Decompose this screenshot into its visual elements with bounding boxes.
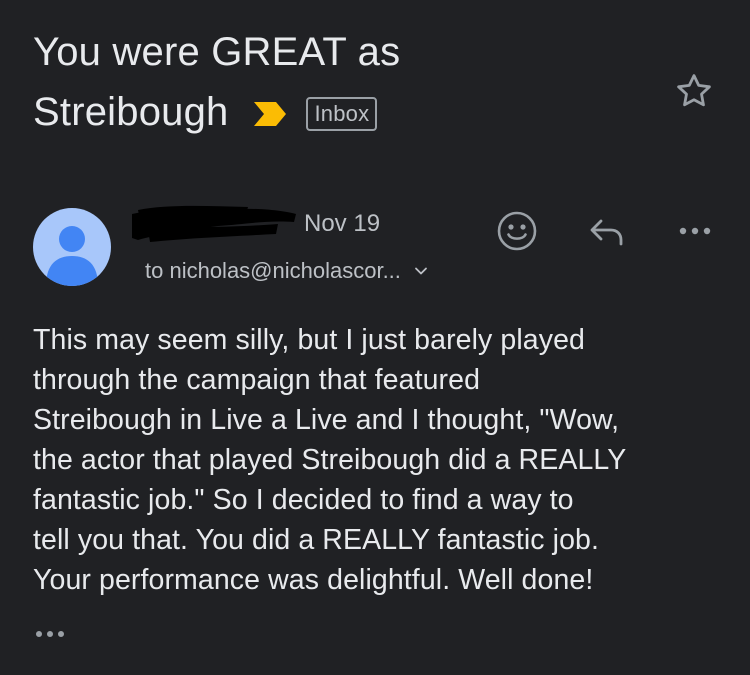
reply-icon[interactable] xyxy=(583,208,629,254)
star-outline-icon[interactable] xyxy=(673,70,715,112)
show-trimmed-content-icon[interactable] xyxy=(33,622,73,646)
recipient-details[interactable]: to nicholas@nicholascor... xyxy=(145,258,429,284)
subject-line-2-row: Streibough Inbox xyxy=(33,82,643,142)
body-line: This may seem silly, but I just barely p… xyxy=(33,324,586,356)
email-body: This may seem silly, but I just barely p… xyxy=(33,320,733,600)
importance-marker-icon[interactable] xyxy=(252,101,288,127)
add-reaction-icon[interactable] xyxy=(494,208,540,254)
body-line: fantastic job." So I decided to find a w… xyxy=(33,484,574,516)
person-avatar-icon xyxy=(46,226,98,286)
body-line: Streibough in Live a Live and I thought,… xyxy=(33,404,620,436)
sender-avatar[interactable] xyxy=(33,208,111,286)
body-line: through the campaign that featured xyxy=(33,364,481,396)
recipient-text: to nicholas@nicholascor... xyxy=(145,258,401,283)
inbox-label-chip[interactable]: Inbox xyxy=(306,97,378,131)
sender-name-redacted xyxy=(132,205,296,242)
body-line: Your performance was delightful. Well do… xyxy=(33,564,594,596)
more-horiz-icon[interactable] xyxy=(672,208,718,254)
body-line: the actor that played Streibough did a R… xyxy=(33,444,627,476)
chevron-down-icon[interactable] xyxy=(413,263,429,279)
subject-line-2: Streibough xyxy=(33,90,229,134)
email-view: You were GREAT as Streibough Inbox Nov 1… xyxy=(0,0,750,675)
subject-line-1: You were GREAT as xyxy=(33,30,401,74)
email-subject: You were GREAT as Streibough Inbox xyxy=(33,22,643,142)
email-date: Nov 19 xyxy=(304,210,381,237)
body-line: tell you that. You did a REALLY fantasti… xyxy=(33,524,600,556)
